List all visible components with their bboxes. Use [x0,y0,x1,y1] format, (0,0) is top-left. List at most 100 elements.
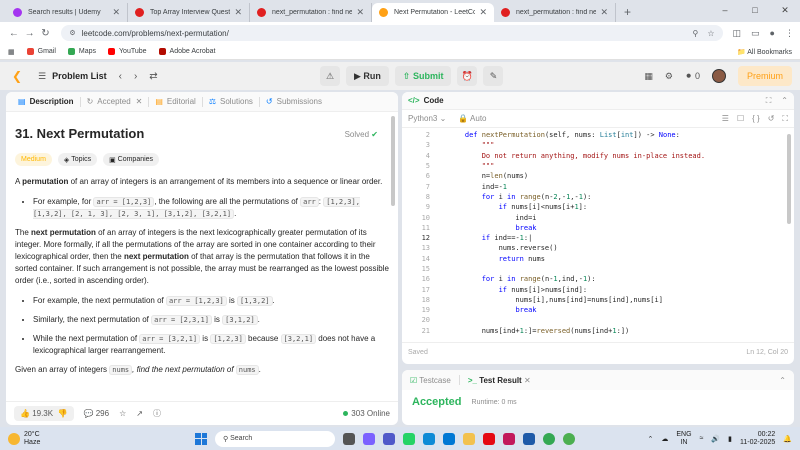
new-tab-icon[interactable]: + [616,5,639,22]
tab-editorial[interactable]: ▤ Editorial [149,92,201,112]
file-explorer-icon[interactable] [463,432,475,445]
tab-test-result[interactable]: >_ Test Result ✕ [468,376,531,385]
topics-button[interactable]: ◈ Topics [57,153,98,166]
maximize-icon[interactable]: □ [740,5,770,15]
whatsapp-icon[interactable] [403,432,415,445]
code-line[interactable]: 10 ind=i [402,212,794,222]
close-tab-icon[interactable]: ✕ [356,7,364,18]
browser-tab[interactable]: Search results | Udemy ✕ [6,3,128,22]
code-line[interactable]: 20 [402,315,794,325]
zoom-icon[interactable]: ⚲ [692,29,698,38]
code-line[interactable]: 4 Do not return anything, modify nums in… [402,151,794,161]
linkedin-icon[interactable] [523,432,535,445]
tab-accepted[interactable]: ↻ Accepted ✕ [81,92,149,112]
scrollbar-thumb[interactable] [391,116,395,206]
code-line[interactable]: 15 [402,264,794,274]
prev-problem-icon[interactable]: ‹ [119,71,122,82]
browser-tab[interactable]: next_permutation : find next le...✕ [250,3,372,22]
timer-icon[interactable]: ⏰ [457,66,478,86]
code-line[interactable]: 3 """ [402,140,794,150]
notes-icon[interactable]: ✎ [483,66,504,86]
forward-icon[interactable]: → [22,28,38,39]
task-view-icon[interactable] [343,432,355,445]
avatar[interactable] [711,69,726,83]
sidebar-icon[interactable]: ▭ [751,28,760,39]
share-icon[interactable]: ↗ [136,409,143,418]
tab-solutions[interactable]: ⚖ Solutions [203,92,259,112]
code-line[interactable]: 16 for i in range(n-1,ind,-1): [402,274,794,284]
like-button[interactable]: 👍 19.3K 👎 [14,406,74,421]
start-icon[interactable] [195,432,207,445]
description-scrollbar[interactable] [391,114,396,394]
premium-button[interactable]: Premium [737,66,792,86]
code-line[interactable]: 5 """ [402,161,794,171]
taskbar-search[interactable]: ⚲ Search [215,430,335,447]
volume-icon[interactable]: 🔊 [711,435,720,443]
browser-tab[interactable]: next_permutation : find next le...✕ [494,3,616,22]
leetcode-logo[interactable]: ❮ [10,69,24,83]
next-problem-icon[interactable]: › [134,71,137,82]
chrome-profile-icon[interactable] [563,432,575,445]
dislike-icon[interactable]: 👎 [58,409,68,418]
store-icon[interactable] [443,432,455,445]
layout-icon[interactable]: ▦ [644,71,653,82]
close-tab-icon[interactable]: ✕ [112,7,120,18]
problem-list-button[interactable]: ☰ Problem List [38,71,107,82]
auto-indicator[interactable]: 🔒 Auto [458,114,486,123]
edge-icon[interactable] [423,432,435,445]
code-line[interactable]: 2 def nextPermutation(self, nums: List[i… [402,130,794,140]
profile-icon[interactable]: ● [770,28,775,39]
reset-icon[interactable]: ↺ [768,114,775,124]
language-select[interactable]: Python3 ⌄ [408,114,446,123]
page-title[interactable]: 31. Next Permutation [15,126,389,141]
bookmark-item[interactable]: Maps [67,48,96,55]
menu-icon[interactable]: ⋮ [785,28,794,39]
close-tab-icon[interactable]: ✕ [234,7,242,18]
code-line[interactable]: 11 break [402,223,794,233]
back-icon[interactable]: ← [6,28,22,39]
code-line[interactable]: 9 if nums[i]<nums[i+1]: [402,202,794,212]
onedrive-icon[interactable]: ☁ [661,435,668,443]
apps-icon[interactable]: ▦ [8,48,15,56]
code-line[interactable]: 8 for i in range(n-2,-1,-1): [402,192,794,202]
editor-scrollbar[interactable] [787,130,792,340]
code-line[interactable]: 12 if ind==-1:| [402,233,794,243]
wifi-icon[interactable]: ≈ [700,435,704,442]
fullscreen-icon[interactable]: ⛶ [782,114,788,124]
close-tab-icon[interactable]: ✕ [136,97,143,106]
code-line[interactable]: 19 break [402,305,794,315]
streak-counter[interactable]: ⚫ 0 [685,71,700,82]
code-line[interactable]: 18 nums[i],nums[ind]=nums[ind],nums[i] [402,295,794,305]
notification-icon[interactable]: 🔔 [783,435,792,443]
format-icon[interactable]: ☰ [722,114,729,124]
code-editor[interactable]: 2 def nextPermutation(self, nums: List[i… [402,128,794,342]
site-info-icon[interactable]: ⚙ [69,29,75,37]
code-line[interactable]: 7 ind=-1 [402,181,794,191]
maximize-panel-icon[interactable]: ⛶ [766,96,772,106]
teams-icon[interactable] [383,432,395,445]
browser-tab[interactable]: Next Permutation - LeetCode✕ [372,3,494,22]
collapse-result-icon[interactable]: ⌃ [779,376,786,385]
scrollbar-thumb[interactable] [787,134,791,224]
bookmark-item[interactable]: Adobe Acrobat [158,48,215,55]
copilot-icon[interactable] [363,432,375,445]
star-icon[interactable]: ☆ [119,409,126,418]
netflix-icon[interactable] [483,432,495,445]
close-tab-icon[interactable]: ✕ [600,7,608,18]
code-line[interactable]: 14 return nums [402,254,794,264]
shuffle-icon[interactable]: ⇄ [149,71,157,82]
settings-icon[interactable]: ⚙ [665,71,673,82]
companies-button[interactable]: ▣ Companies [103,153,160,166]
reload-icon[interactable]: ↻ [38,28,54,39]
weather-widget[interactable]: 20°C Haze [8,431,40,447]
url-bar[interactable]: ⚙ leetcode.com/problems/next-permutation… [61,25,723,41]
tray-overflow-icon[interactable]: ⌃ [648,435,654,443]
lang-indicator[interactable]: ENG IN [676,431,691,447]
collapse-panel-icon[interactable]: ⌃ [781,96,788,106]
close-tab-icon[interactable]: ✕ [524,376,531,385]
code-line[interactable]: 6 n=len(nums) [402,171,794,181]
tab-submissions[interactable]: ↺ Submissions [260,92,328,112]
tab-testcase[interactable]: ☑ Testcase [410,376,451,385]
battery-icon[interactable]: ▮ [728,435,732,443]
comments-button[interactable]: 💬 296 [84,409,110,418]
